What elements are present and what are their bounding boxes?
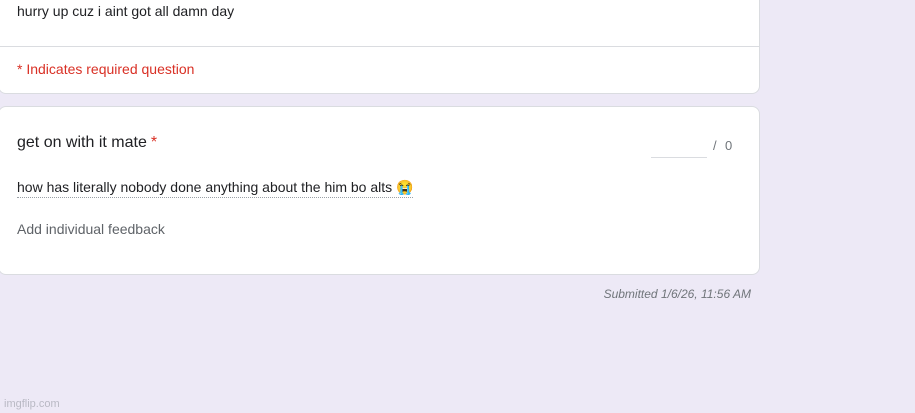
question-title-row: get on with it mate * [17, 134, 157, 152]
required-asterisk: * [150, 134, 158, 151]
question-title: get on with it mate [17, 134, 147, 151]
imgflip-watermark: imgflip.com [4, 398, 60, 410]
score-max-points: 0 [725, 138, 733, 153]
header-divider [0, 46, 759, 47]
form-header-card: hurry up cuz i aint got all damn day * I… [0, 0, 760, 94]
score-slash: / [713, 138, 717, 153]
form-description: hurry up cuz i aint got all damn day [17, 3, 235, 19]
question-card: get on with it mate * / 0 how has literal… [0, 106, 760, 275]
score-input[interactable] [651, 135, 707, 158]
add-individual-feedback-button[interactable]: Add individual feedback [17, 221, 165, 237]
score-control: / 0 [651, 135, 751, 159]
submitted-timestamp: Submitted 1/6/26, 11:56 AM [603, 287, 751, 301]
response-answer: how has literally nobody done anything a… [17, 179, 414, 198]
required-question-note: * Indicates required question [17, 61, 195, 77]
